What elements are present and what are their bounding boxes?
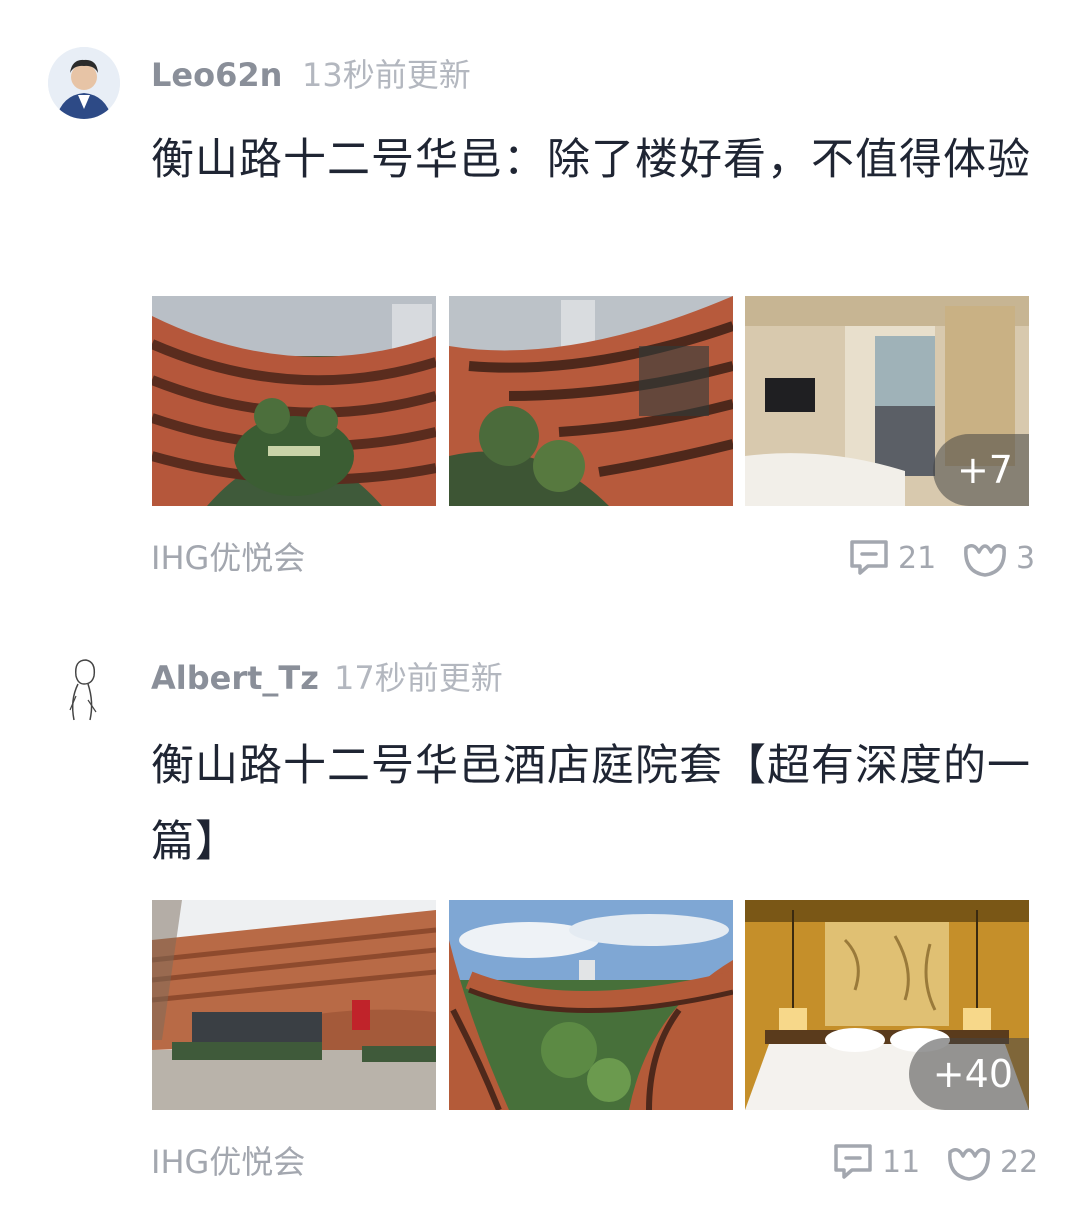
like-count-value: 3 [1016, 540, 1036, 576]
like-count-value: 22 [1000, 1144, 1039, 1180]
comment-count[interactable]: 11 [832, 1142, 920, 1182]
more-images-badge[interactable]: +40 [908, 1038, 1029, 1110]
avatar[interactable] [48, 650, 120, 722]
like-count[interactable]: 3 [962, 538, 1035, 578]
username[interactable]: Albert_Tz [151, 658, 319, 698]
post-image-2[interactable] [449, 900, 733, 1110]
post-image-3[interactable]: +7 [745, 296, 1029, 506]
like-icon [948, 1148, 990, 1181]
post-image-1[interactable] [152, 296, 436, 506]
post-title[interactable]: 衡山路十二号华邑：除了楼好看，不值得体验 [151, 122, 1031, 198]
post-image-2[interactable] [449, 296, 733, 506]
avatar[interactable] [48, 47, 120, 119]
comment-count[interactable]: 21 [848, 538, 936, 578]
comment-icon [834, 1144, 872, 1179]
like-count[interactable]: 22 [946, 1142, 1038, 1182]
like-icon [964, 544, 1006, 577]
post-image-1[interactable] [152, 900, 436, 1110]
comment-count-value: 21 [898, 540, 937, 576]
update-time: 13秒前更新 [302, 56, 471, 94]
topic-tag[interactable]: IHG优悦会 [151, 1142, 305, 1182]
comment-icon [850, 540, 888, 575]
username[interactable]: Leo62n [151, 55, 282, 95]
update-time: 17秒前更新 [334, 659, 503, 697]
topic-tag[interactable]: IHG优悦会 [151, 538, 305, 578]
comment-count-value: 11 [882, 1144, 921, 1180]
post-title[interactable]: 衡山路十二号华邑酒店庭院套【超有深度的一篇】 [151, 728, 1031, 880]
post-image-3[interactable]: +40 [745, 900, 1029, 1110]
more-images-badge[interactable]: +7 [932, 434, 1029, 506]
